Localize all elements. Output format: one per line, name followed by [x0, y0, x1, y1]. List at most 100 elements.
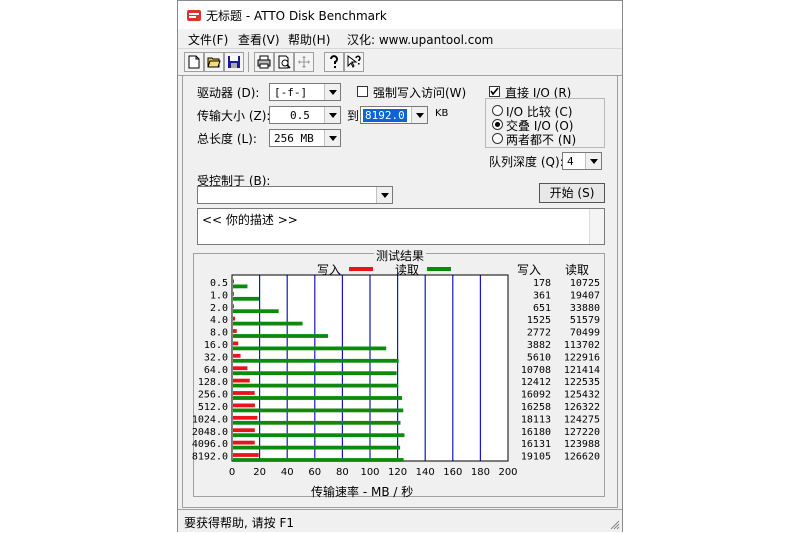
read-value: 113702 [564, 340, 600, 351]
write-value: 361 [533, 290, 551, 301]
move-button[interactable] [294, 52, 314, 72]
write-value: 2772 [527, 328, 551, 339]
read-value: 126322 [564, 402, 600, 413]
x-tick-label: 180 [471, 467, 490, 478]
new-icon [188, 55, 200, 69]
save-icon [228, 56, 240, 68]
write-bar [233, 403, 255, 408]
read-value: 121414 [564, 365, 600, 376]
write-bar [233, 440, 255, 445]
size-label: 128.0 [198, 377, 228, 388]
menu-file[interactable]: 文件(F) [188, 31, 228, 48]
app-icon [187, 10, 201, 21]
status-text: 要获得帮助, 请按 F1 [184, 516, 294, 530]
x-tick-label: 80 [336, 467, 349, 478]
write-value: 5610 [527, 352, 551, 363]
x-tick-label: 200 [498, 467, 517, 478]
read-value: 10725 [570, 278, 600, 289]
write-value: 19105 [521, 452, 551, 463]
write-value: 12412 [521, 377, 551, 388]
menu-localization[interactable]: 汉化: www.upantool.com [347, 31, 493, 48]
size-label: 2048.0 [192, 427, 228, 438]
help-button[interactable] [324, 52, 344, 72]
context-help-button[interactable] [344, 52, 364, 72]
write-bar [233, 391, 255, 395]
read-bar [233, 420, 401, 425]
write-bar [233, 353, 241, 358]
size-label: 1024.0 [192, 414, 228, 425]
size-label: 4.0 [210, 315, 228, 326]
resize-grip-icon[interactable] [610, 520, 620, 530]
read-value: 123988 [564, 439, 600, 450]
write-bar [233, 329, 237, 333]
size-label: 8.0 [210, 328, 228, 339]
status-bar: 要获得帮助, 请按 F1 [178, 509, 622, 532]
write-bar [233, 316, 236, 321]
read-bar [233, 309, 279, 314]
write-value: 3882 [527, 340, 551, 351]
x-tick-label: 140 [416, 467, 435, 478]
write-bar [233, 428, 255, 433]
read-bar [233, 396, 403, 400]
read-value: 125432 [564, 390, 600, 401]
size-label: 512.0 [198, 402, 228, 413]
size-label: 256.0 [198, 390, 228, 401]
x-tick-label: 60 [308, 467, 321, 478]
read-bar [233, 346, 387, 351]
move-icon [298, 56, 310, 68]
context-help-icon [347, 55, 361, 68]
app-window: 无标题 - ATTO Disk Benchmark 文件(F) 查看(V) 帮助… [177, 0, 623, 532]
title-bar[interactable]: 无标题 - ATTO Disk Benchmark [178, 1, 622, 29]
open-button[interactable] [204, 52, 224, 72]
size-label: 2.0 [210, 303, 228, 314]
read-value: 127220 [564, 427, 600, 438]
read-bar [233, 458, 404, 462]
read-value: 126620 [564, 452, 600, 463]
new-button[interactable] [184, 52, 204, 72]
menu-help[interactable]: 帮助(H) [288, 31, 330, 48]
read-value: 70499 [570, 328, 600, 339]
read-bar [233, 284, 248, 289]
read-value: 33880 [570, 303, 600, 314]
write-value: 651 [533, 303, 551, 314]
toolbar-separator [248, 52, 249, 72]
x-tick-label: 20 [253, 467, 266, 478]
read-bar [233, 383, 399, 388]
size-label: 4096.0 [192, 439, 228, 450]
write-value: 16131 [521, 439, 551, 450]
read-bar [233, 296, 260, 301]
read-value: 122916 [564, 352, 600, 363]
size-label: 16.0 [204, 340, 228, 351]
transfer-rate-chart: 0 20 40 60 80 100 120 140 160 180 200 0.5 178 10725 1.… [192, 274, 600, 478]
size-label: 8192.0 [192, 452, 228, 463]
write-value: 1525 [527, 315, 551, 326]
size-label: 64.0 [204, 365, 228, 376]
x-tick-label: 120 [388, 467, 407, 478]
write-bar [233, 291, 234, 296]
help-icon [330, 55, 338, 68]
read-bar [233, 445, 401, 450]
window-title: 无标题 - ATTO Disk Benchmark [206, 9, 387, 23]
x-tick-label: 100 [360, 467, 379, 478]
write-bar [233, 341, 239, 346]
write-value: 178 [533, 278, 551, 289]
size-label: 1.0 [210, 290, 228, 301]
write-bar [233, 366, 248, 371]
print-button[interactable] [254, 52, 274, 72]
write-bar [233, 304, 234, 309]
read-bar [233, 371, 397, 376]
print-preview-button[interactable] [274, 52, 294, 72]
read-value: 51579 [570, 315, 600, 326]
print-preview-icon [278, 55, 291, 69]
read-value: 124275 [564, 414, 600, 425]
write-value: 18113 [521, 414, 551, 425]
read-value: 19407 [570, 290, 600, 301]
save-button[interactable] [224, 52, 244, 72]
print-icon [257, 55, 271, 69]
size-label: 32.0 [204, 352, 228, 363]
write-value: 16092 [521, 390, 551, 401]
write-bar [233, 378, 250, 383]
settings-panel: 驱动器 (D): [-f-] 强制写入访问(W) 传输大小 (Z): 0.5 到… [182, 75, 618, 508]
x-tick-label: 160 [443, 467, 462, 478]
menu-view[interactable]: 查看(V) [238, 31, 280, 48]
